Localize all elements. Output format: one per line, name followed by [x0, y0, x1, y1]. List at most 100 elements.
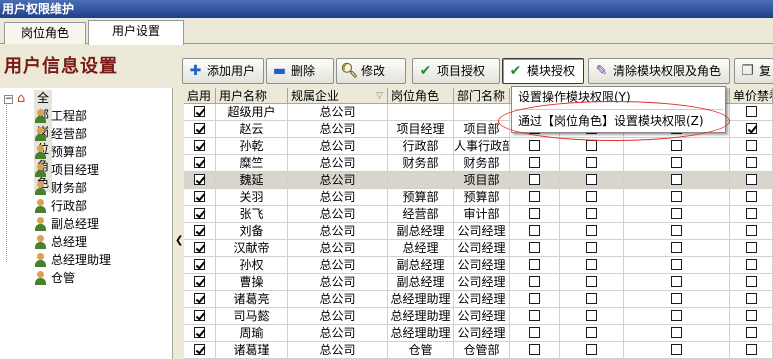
table-row[interactable]: 张飞 总公司 经营部 审计部	[184, 206, 773, 223]
checkbox[interactable]	[745, 157, 757, 168]
checkbox[interactable]	[745, 276, 757, 287]
checkbox[interactable]	[671, 310, 682, 321]
checkbox[interactable]	[529, 259, 540, 270]
checkbox[interactable]	[586, 242, 597, 253]
checkbox[interactable]	[194, 123, 205, 134]
checkbox[interactable]	[745, 327, 757, 338]
table-row[interactable]: 孙权 总公司 副总经理 公司经理	[184, 257, 773, 274]
checkbox[interactable]	[586, 276, 597, 287]
checkbox[interactable]	[586, 310, 597, 321]
collapse-icon[interactable]: −	[4, 95, 13, 104]
checkbox[interactable]	[194, 225, 205, 236]
col-header-price-hidden[interactable]: 单价禁看	[730, 88, 773, 104]
checkbox[interactable]	[745, 259, 757, 270]
checkbox[interactable]	[194, 242, 205, 253]
table-row[interactable]: 孙乾 总公司 行政部 人事行政部	[184, 138, 773, 155]
tree-item-admin[interactable]: 行政部	[22, 197, 87, 215]
checkbox[interactable]	[586, 157, 597, 168]
checkbox[interactable]	[745, 123, 757, 134]
table-row[interactable]: 曹操 总公司 副总经理 公司经理	[184, 274, 773, 291]
tree-item-deputy-gm[interactable]: 副总经理	[22, 215, 99, 233]
table-row[interactable]: 周瑜 总公司 总经理助理 公司经理	[184, 325, 773, 342]
table-row[interactable]: 汉献帝 总公司 总经理 公司经理	[184, 240, 773, 257]
checkbox[interactable]	[529, 276, 540, 287]
checkbox[interactable]	[194, 259, 205, 270]
checkbox[interactable]	[671, 174, 682, 185]
checkbox[interactable]	[194, 157, 205, 168]
tree-item-project-manager[interactable]: 项目经理	[22, 161, 99, 179]
checkbox[interactable]	[586, 259, 597, 270]
tab-user-settings[interactable]: 用户设置	[88, 20, 184, 45]
module-auth-button[interactable]: ✔ 模块授权	[502, 58, 584, 84]
tree-item-budget[interactable]: 预算部	[22, 143, 87, 161]
filter-icon[interactable]: ▽	[376, 88, 383, 103]
tab-roles[interactable]: 岗位角色	[4, 22, 86, 44]
checkbox[interactable]	[745, 225, 757, 236]
checkbox[interactable]	[529, 191, 540, 202]
checkbox[interactable]	[529, 242, 540, 253]
checkbox[interactable]	[671, 293, 682, 304]
table-row[interactable]: 诸葛亮 总公司 总经理助理 公司经理	[184, 291, 773, 308]
checkbox[interactable]	[194, 293, 205, 304]
add-user-button[interactable]: ✚ 添加用户	[182, 58, 264, 84]
col-header-role[interactable]: 岗位角色	[388, 88, 454, 104]
checkbox[interactable]	[671, 191, 682, 202]
checkbox[interactable]	[194, 208, 205, 219]
checkbox[interactable]	[671, 208, 682, 219]
col-header-enabled[interactable]: 启用	[184, 88, 216, 104]
chevron-left-icon[interactable]: ❮	[175, 235, 183, 246]
checkbox[interactable]	[529, 344, 540, 355]
checkbox[interactable]	[745, 310, 757, 321]
panel-splitter[interactable]: ❮	[172, 88, 184, 359]
checkbox[interactable]	[529, 157, 540, 168]
checkbox[interactable]	[745, 344, 757, 355]
tree-item-warehouse[interactable]: 仓管	[22, 269, 75, 287]
checkbox[interactable]	[745, 140, 757, 151]
table-row[interactable]: 司马懿 总公司 总经理助理 公司经理	[184, 308, 773, 325]
checkbox[interactable]	[586, 344, 597, 355]
checkbox[interactable]	[745, 106, 757, 117]
checkbox[interactable]	[671, 157, 682, 168]
checkbox[interactable]	[194, 327, 205, 338]
checkbox[interactable]	[671, 276, 682, 287]
tree-item-gm[interactable]: 总经理	[22, 233, 87, 251]
checkbox[interactable]	[745, 191, 757, 202]
checkbox[interactable]	[671, 140, 682, 151]
checkbox[interactable]	[745, 174, 757, 185]
checkbox[interactable]	[529, 140, 540, 151]
project-auth-button[interactable]: ✔ 项目授权	[412, 58, 500, 84]
checkbox[interactable]	[586, 208, 597, 219]
tree-item-finance[interactable]: 财务部	[22, 179, 87, 197]
clear-module-permissions-button[interactable]: ✎ 清除模块权限及角色	[588, 58, 730, 84]
col-header-dept[interactable]: 部门名称	[454, 88, 510, 104]
checkbox[interactable]	[529, 174, 540, 185]
table-row[interactable]: 糜竺 总公司 财务部 财务部	[184, 155, 773, 172]
checkbox[interactable]	[586, 140, 597, 151]
checkbox[interactable]	[194, 310, 205, 321]
tree-item-business[interactable]: 经营部	[22, 125, 87, 143]
table-row[interactable]: 诸葛瑾 总公司 仓管 仓管部	[184, 342, 773, 359]
checkbox[interactable]	[529, 293, 540, 304]
checkbox[interactable]	[529, 327, 540, 338]
table-row[interactable]: 魏延 总公司 项目部	[184, 172, 773, 189]
checkbox[interactable]	[586, 293, 597, 304]
tree-item-engineering[interactable]: 工程部	[22, 107, 87, 125]
col-header-company[interactable]: 规属企业 ▽	[288, 88, 388, 104]
checkbox[interactable]	[745, 293, 757, 304]
checkbox[interactable]	[671, 242, 682, 253]
checkbox[interactable]	[194, 174, 205, 185]
checkbox[interactable]	[586, 174, 597, 185]
checkbox[interactable]	[671, 259, 682, 270]
checkbox[interactable]	[194, 344, 205, 355]
col-header-username[interactable]: 用户名称	[216, 88, 288, 104]
checkbox[interactable]	[586, 191, 597, 202]
table-row[interactable]: 关羽 总公司 预算部 预算部	[184, 189, 773, 206]
checkbox[interactable]	[671, 327, 682, 338]
checkbox[interactable]	[194, 276, 205, 287]
checkbox[interactable]	[745, 242, 757, 253]
checkbox[interactable]	[529, 208, 540, 219]
checkbox[interactable]	[671, 225, 682, 236]
copy-button[interactable]: ❐ 复	[734, 58, 773, 84]
checkbox[interactable]	[586, 327, 597, 338]
checkbox[interactable]	[194, 140, 205, 151]
